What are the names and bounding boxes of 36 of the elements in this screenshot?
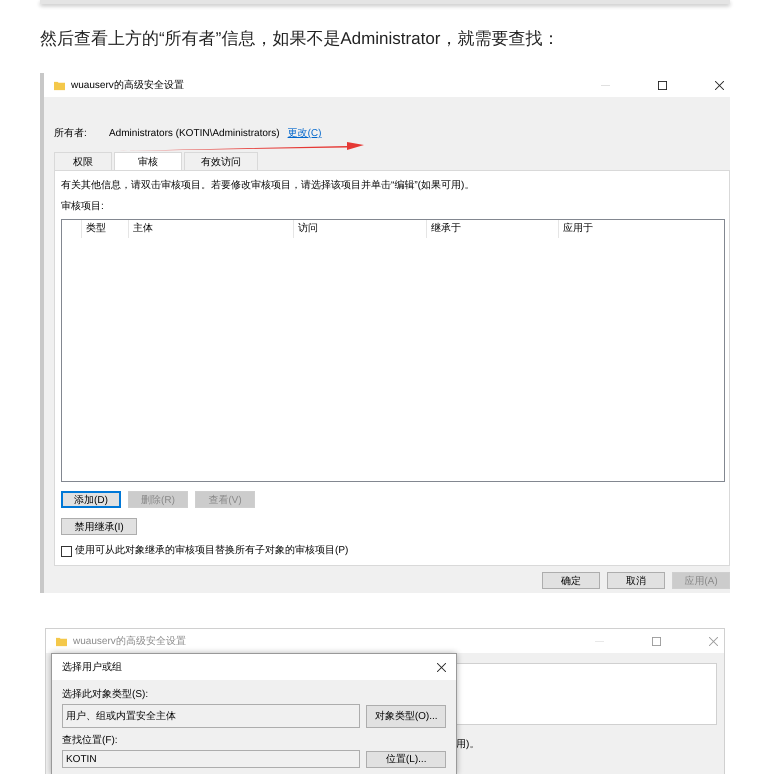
field-label: 选择此对象类型(S): (62, 688, 150, 702)
maximize-icon[interactable] (658, 80, 667, 90)
column-header[interactable]: 类型 (82, 220, 129, 238)
dialog-button[interactable]: 取消 (607, 572, 665, 589)
inherit-button[interactable]: 禁用继承(I) (61, 518, 137, 535)
window-title: wuauserv的高级安全设置 (73, 634, 186, 648)
tab[interactable]: 有效访问 (184, 152, 258, 170)
close-icon[interactable] (437, 662, 446, 672)
owner-label: 所有者: (54, 126, 88, 140)
browse-button[interactable]: 对象类型(O)... (366, 704, 446, 728)
audit-table[interactable]: 类型 主体 访问 继承于 应用于 (61, 219, 725, 482)
info-text: 有关其他信息，请双击审核项目。若要修改审核项目，请选择该项目并单击“编辑”(如果可用)。 (61, 179, 476, 193)
action-button[interactable]: 添加(D) (61, 491, 121, 508)
browse-button[interactable]: 位置(L)... (366, 750, 446, 768)
dialog-title: 选择用户或组 (62, 660, 122, 674)
owner-value: Administrators (KOTIN\Administrators) (109, 128, 280, 138)
column-header[interactable]: 应用于 (559, 220, 724, 238)
input-field[interactable]: 用户、组或内置安全主体 (62, 704, 360, 728)
checkbox[interactable] (61, 546, 72, 556)
dialog-button[interactable]: 确定 (542, 572, 600, 589)
column-header[interactable]: 访问 (294, 220, 427, 238)
input-field[interactable]: KOTIN (62, 750, 360, 768)
window-title: wuauserv的高级安全设置 (71, 78, 184, 92)
column-header[interactable]: 继承于 (427, 220, 559, 238)
article-paragraph: 然后查看上方的“所有者”信息，如果不是Administrator，就需要查找： (40, 28, 560, 50)
folder-icon (56, 636, 67, 646)
close-icon[interactable] (715, 80, 724, 90)
tab[interactable]: 权限 (54, 152, 112, 170)
checkbox-label: 使用可从此对象继承的审核项目替换所有子对象的审核项目(P) (75, 544, 348, 558)
folder-icon (54, 80, 65, 90)
list-label: 审核项目: (61, 200, 105, 214)
change-link[interactable]: 更改(C) (288, 126, 322, 140)
partial-text: 用)。 (456, 738, 480, 752)
field-label: 查找位置(F): (62, 734, 119, 748)
column-header[interactable]: 主体 (129, 220, 294, 238)
tab[interactable]: 审核 (114, 152, 182, 170)
